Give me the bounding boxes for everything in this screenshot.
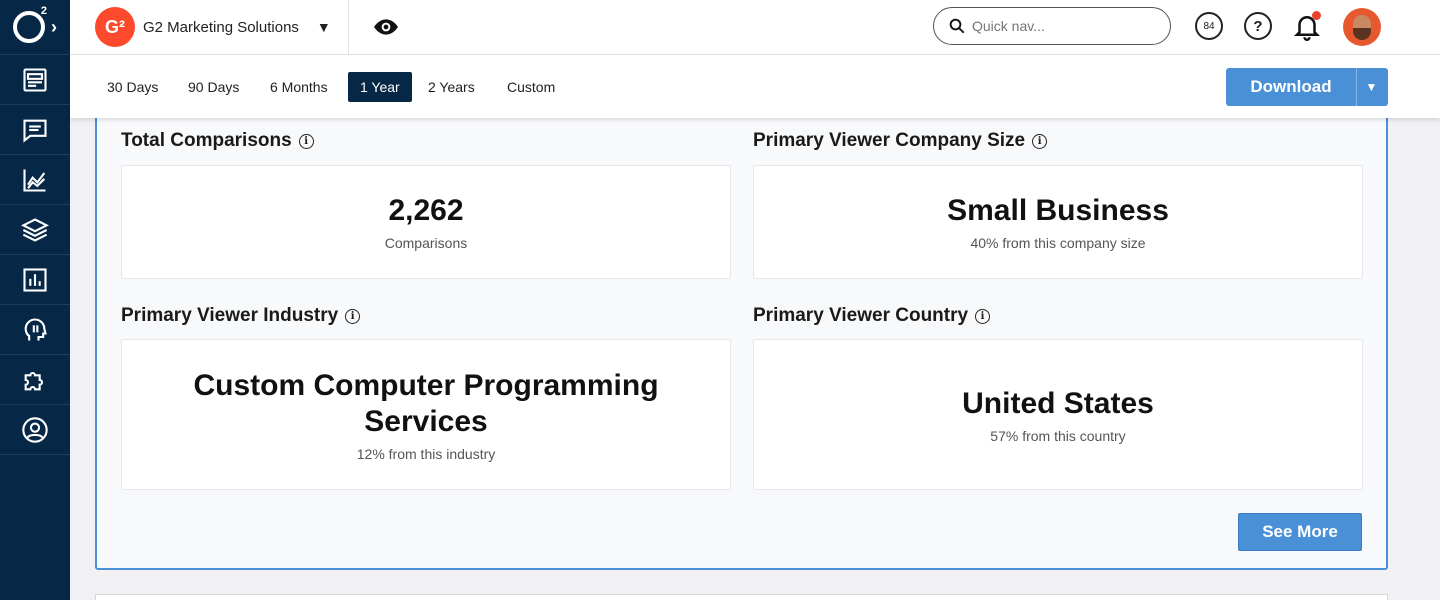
layers-icon [21, 217, 49, 242]
company-size-value: Small Business [947, 194, 1169, 227]
industry-card: Custom Computer Programming Services 12%… [121, 339, 731, 490]
total-comparisons-sub: Comparisons [384, 235, 468, 251]
industry-sub: 12% from this industry [356, 445, 496, 462]
brand-logo-icon: G² [95, 7, 135, 47]
range-custom[interactable]: Custom [495, 72, 567, 102]
left-nav-rail: 2 › [0, 0, 70, 600]
download-label: Download [1250, 77, 1332, 96]
header-divider [348, 0, 349, 55]
industry-value: Custom Computer Programming Services [193, 368, 659, 438]
country-sub: 57% from this country [990, 427, 1126, 444]
country-value: United States [962, 386, 1154, 420]
section-title-text: Primary Viewer Industry [121, 305, 339, 326]
info-icon[interactable]: i [975, 308, 991, 324]
help-icon[interactable]: ? [1244, 12, 1272, 40]
range-30-days[interactable]: 30 Days [95, 72, 170, 102]
range-2-years[interactable]: 2 Years [416, 72, 487, 102]
nav-analytics[interactable] [0, 155, 70, 205]
avatar-beard [1353, 28, 1371, 40]
chevron-down-icon[interactable]: ▼ [1356, 68, 1386, 106]
total-comparisons-title: Total Comparisons i [121, 130, 314, 152]
info-icon[interactable]: i [1032, 133, 1048, 149]
search-icon [949, 18, 965, 34]
nav-integrations[interactable] [0, 355, 70, 405]
quick-nav-input[interactable] [972, 18, 1142, 34]
nav-profile[interactable] [0, 405, 70, 455]
eye-icon[interactable] [373, 14, 399, 40]
section-title-text: Total Comparisons [121, 130, 292, 151]
top-header: G² G2 Marketing Solutions ▼ 84 ? [70, 0, 1440, 55]
brand-switcher[interactable]: G² G2 Marketing Solutions ▼ [95, 7, 331, 47]
company-size-title: Primary Viewer Company Size i [753, 130, 1048, 152]
brand-name: G2 Marketing Solutions [143, 18, 299, 36]
dashboard-icon [23, 67, 47, 92]
viewer-stats-panel: Total Comparisons i 2,262 Comparisons Pr… [95, 108, 1388, 570]
date-range-bar: 30 Days 90 Days 6 Months 1 Year 2 Years … [70, 55, 1440, 118]
see-more-button[interactable]: See More [1238, 513, 1362, 551]
reviews-icon [23, 119, 47, 143]
company-size-sub: 40% from this company size [970, 235, 1146, 251]
info-icon[interactable]: i [298, 133, 314, 149]
range-90-days[interactable]: 90 Days [176, 72, 251, 102]
notification-dot [1312, 11, 1321, 20]
country-title: Primary Viewer Country i [753, 305, 991, 327]
notifications-button[interactable] [1292, 10, 1322, 42]
info-icon[interactable]: i [345, 308, 361, 324]
profile-icon [22, 416, 48, 443]
section-title-text: Primary Viewer Country [753, 305, 969, 326]
section-title-text: Primary Viewer Company Size [753, 130, 1026, 151]
range-6-months[interactable]: 6 Months [258, 72, 340, 102]
industry-title: Primary Viewer Industry i [121, 305, 361, 327]
download-button[interactable]: Download ▼ [1226, 68, 1388, 106]
total-comparisons-card: 2,262 Comparisons [121, 165, 731, 279]
nav-reviews[interactable] [0, 105, 70, 155]
nav-dashboard[interactable] [0, 55, 70, 105]
country-card: United States 57% from this country [753, 339, 1363, 490]
nav-reports[interactable] [0, 255, 70, 305]
quick-nav-search[interactable] [933, 7, 1171, 45]
next-panel-edge [95, 594, 1388, 600]
total-comparisons-value: 2,262 [388, 194, 464, 227]
expand-nav-icon[interactable]: › [51, 17, 57, 38]
chevron-down-icon[interactable]: ▼ [317, 19, 331, 35]
analytics-icon [23, 169, 46, 192]
score-badge[interactable]: 84 [1195, 12, 1223, 40]
user-avatar[interactable] [1343, 8, 1381, 46]
integrations-icon [24, 371, 44, 390]
nav-insights[interactable] [0, 305, 70, 355]
reports-icon [23, 267, 47, 292]
insights-icon [24, 317, 47, 340]
company-size-card: Small Business 40% from this company siz… [753, 165, 1363, 279]
g2-logo-icon: 2 [13, 5, 47, 43]
range-1-year[interactable]: 1 Year [348, 72, 412, 102]
g2-home-logo[interactable]: 2 › [0, 0, 70, 55]
nav-layers[interactable] [0, 205, 70, 255]
